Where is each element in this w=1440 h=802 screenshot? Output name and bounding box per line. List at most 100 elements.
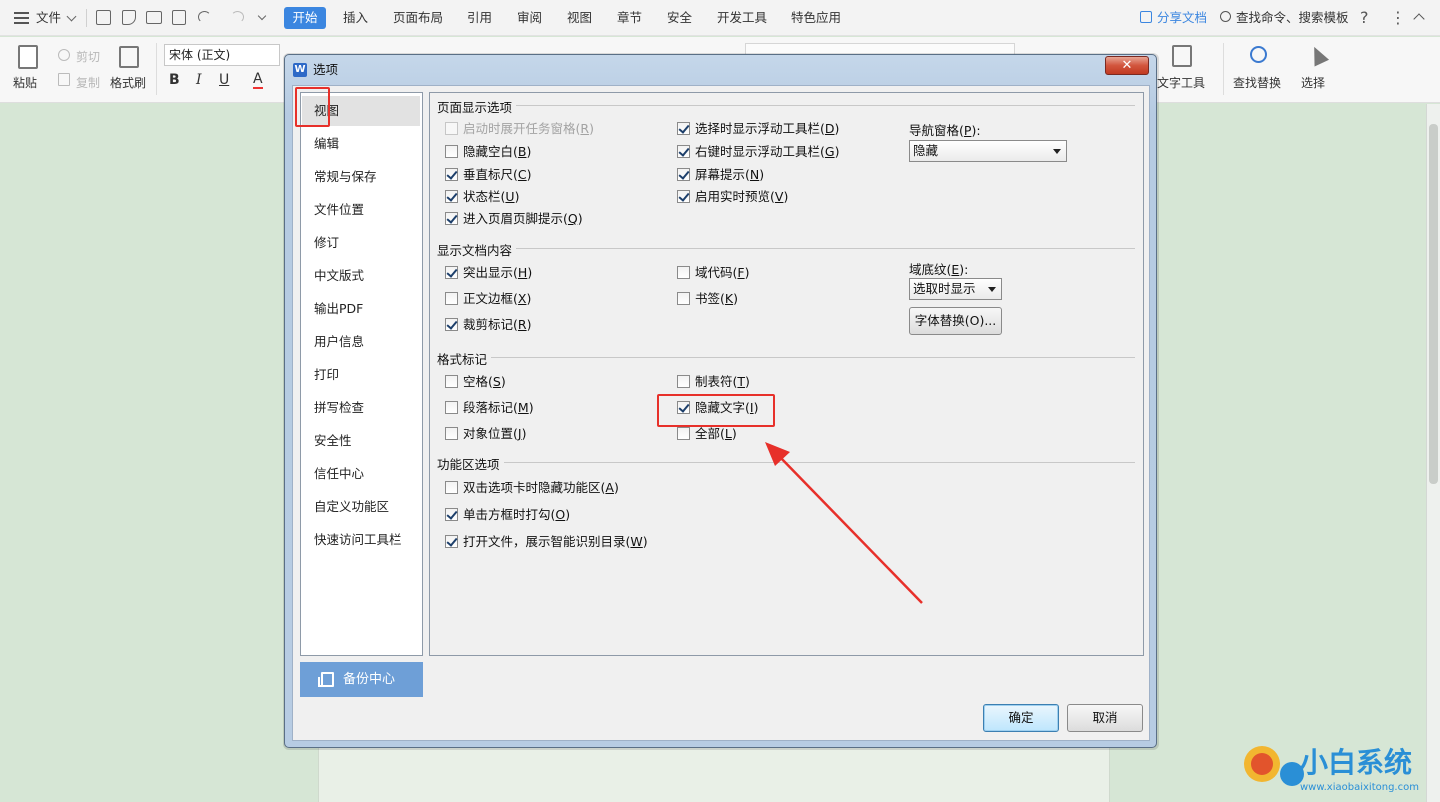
nav-item-trust-center[interactable]: 信任中心	[302, 459, 420, 489]
find-replace-button[interactable]: 查找替换	[1233, 74, 1281, 91]
checkbox-label: 段落标记	[463, 400, 514, 415]
copy-icon[interactable]	[58, 73, 70, 86]
font-name-select[interactable]: 宋体 (正文)	[164, 44, 280, 66]
share-icon[interactable]	[1140, 11, 1152, 23]
print-icon[interactable]	[146, 11, 162, 24]
accelerator-key: R	[580, 121, 590, 136]
accelerator-key: J	[517, 426, 522, 441]
document-page[interactable]	[318, 744, 1110, 802]
tab-developer[interactable]: 开发工具	[717, 0, 767, 36]
format-painter-icon[interactable]	[119, 46, 139, 68]
checkbox-box[interactable]	[445, 266, 458, 279]
tab-home[interactable]: 开始	[284, 7, 326, 29]
nav-item-security[interactable]: 安全性	[302, 426, 420, 456]
checkbox-box[interactable]	[445, 375, 458, 388]
italic-button[interactable]: I	[196, 72, 202, 88]
nav-item-spelling[interactable]: 拼写检查	[302, 393, 420, 423]
nav-item-general-save[interactable]: 常规与保存	[302, 162, 420, 192]
ok-button[interactable]: 确定	[983, 704, 1059, 732]
checkbox-box[interactable]	[677, 375, 690, 388]
accelerator-key: V	[774, 189, 784, 204]
paste-button[interactable]: 粘贴	[13, 74, 37, 91]
tab-special-features[interactable]: 特色应用	[791, 0, 841, 36]
checkbox-box[interactable]	[445, 481, 458, 494]
nav-pane-select[interactable]: 隐藏	[909, 140, 1067, 162]
collapse-ribbon-icon[interactable]	[1413, 13, 1425, 25]
checkbox-box[interactable]	[445, 401, 458, 414]
view-options-panel: 页面显示选项 启动时展开任务窗格(R) 隐藏空白(B) 垂直标尺(C) 状态栏(…	[429, 92, 1144, 656]
chevron-down-icon[interactable]	[66, 11, 77, 22]
cancel-button[interactable]: 取消	[1067, 704, 1143, 732]
cut-button[interactable]: 剪切	[76, 48, 100, 65]
checkbox-box[interactable]	[677, 145, 690, 158]
checkbox-box[interactable]	[677, 292, 690, 305]
undo-icon[interactable]	[198, 11, 211, 23]
nav-item-quick-access[interactable]: 快速访问工具栏	[302, 525, 420, 555]
more-options-icon[interactable]: ⋮	[1390, 0, 1406, 36]
command-search[interactable]: 查找命令、搜索模板	[1236, 0, 1349, 36]
checkbox-box[interactable]	[677, 266, 690, 279]
nav-item-user-info[interactable]: 用户信息	[302, 327, 420, 357]
nav-item-file-locations[interactable]: 文件位置	[302, 195, 420, 225]
checkbox-box[interactable]	[445, 508, 458, 521]
checkbox-box[interactable]	[445, 212, 458, 225]
nav-item-customize-ribbon[interactable]: 自定义功能区	[302, 492, 420, 522]
copy-button[interactable]: 复制	[76, 74, 100, 91]
share-document-link[interactable]: 分享文档	[1157, 0, 1207, 36]
checkbox-box[interactable]	[445, 168, 458, 181]
scrollbar-thumb[interactable]	[1429, 124, 1438, 484]
text-tools-button[interactable]: 文字工具	[1157, 74, 1205, 91]
nav-item-edit[interactable]: 编辑	[302, 129, 420, 159]
close-button[interactable]: ✕	[1105, 56, 1149, 75]
checkbox-box[interactable]	[677, 190, 690, 203]
font-color-button[interactable]: A	[253, 72, 263, 89]
checkbox-box[interactable]	[445, 122, 458, 135]
tab-view[interactable]: 视图	[567, 0, 592, 36]
select-button[interactable]: 选择	[1301, 74, 1325, 91]
field-label-suffix: ):	[971, 123, 981, 138]
backup-center-button[interactable]: 备份中心	[300, 662, 423, 697]
magnifier-icon[interactable]	[1250, 46, 1267, 63]
checkbox-box[interactable]	[445, 190, 458, 203]
checkbox-box[interactable]	[445, 318, 458, 331]
font-substitution-button[interactable]: 字体替换(O)...	[909, 307, 1002, 335]
nav-item-chinese-layout[interactable]: 中文版式	[302, 261, 420, 291]
checkbox-label: 正文边框	[463, 291, 514, 306]
redo-icon[interactable]	[231, 11, 244, 23]
nav-item-export-pdf[interactable]: 输出PDF	[302, 294, 420, 324]
checkbox-box[interactable]	[445, 535, 458, 548]
tab-page-layout[interactable]: 页面布局	[393, 0, 443, 36]
nav-item-print[interactable]: 打印	[302, 360, 420, 390]
quick-access-dropdown-icon[interactable]	[257, 11, 267, 21]
tab-security[interactable]: 安全	[667, 0, 692, 36]
accelerator-key: U	[505, 189, 515, 204]
tab-references[interactable]: 引用	[467, 0, 492, 36]
help-icon[interactable]: ?	[1360, 0, 1369, 36]
field-shading-select[interactable]: 选取时显示	[909, 278, 1002, 300]
checkbox-box[interactable]	[445, 145, 458, 158]
scissors-icon[interactable]	[58, 49, 70, 61]
cursor-icon[interactable]	[1306, 43, 1330, 67]
hamburger-menu-icon[interactable]	[14, 12, 29, 24]
checkbox-box[interactable]	[445, 292, 458, 305]
accelerator-key: R	[517, 317, 527, 332]
nav-item-revisions[interactable]: 修订	[302, 228, 420, 258]
export-icon[interactable]	[122, 10, 136, 25]
bold-button[interactable]: B	[169, 72, 180, 88]
paste-icon[interactable]	[18, 45, 38, 69]
tab-review[interactable]: 审阅	[517, 0, 542, 36]
checkbox-box[interactable]	[677, 122, 690, 135]
search-icon[interactable]	[1220, 11, 1231, 22]
checkbox-box[interactable]	[445, 427, 458, 440]
text-tools-icon[interactable]	[1172, 45, 1192, 67]
checkbox-box[interactable]	[677, 168, 690, 181]
checkbox-box[interactable]	[677, 427, 690, 440]
tab-insert[interactable]: 插入	[343, 0, 368, 36]
save-icon[interactable]	[96, 10, 111, 25]
vertical-scrollbar[interactable]	[1426, 104, 1440, 802]
file-menu[interactable]: 文件	[36, 0, 61, 36]
underline-button[interactable]: U	[219, 72, 229, 88]
format-painter-button[interactable]: 格式刷	[110, 74, 146, 91]
tab-sections[interactable]: 章节	[617, 0, 642, 36]
print-preview-icon[interactable]	[172, 10, 186, 25]
